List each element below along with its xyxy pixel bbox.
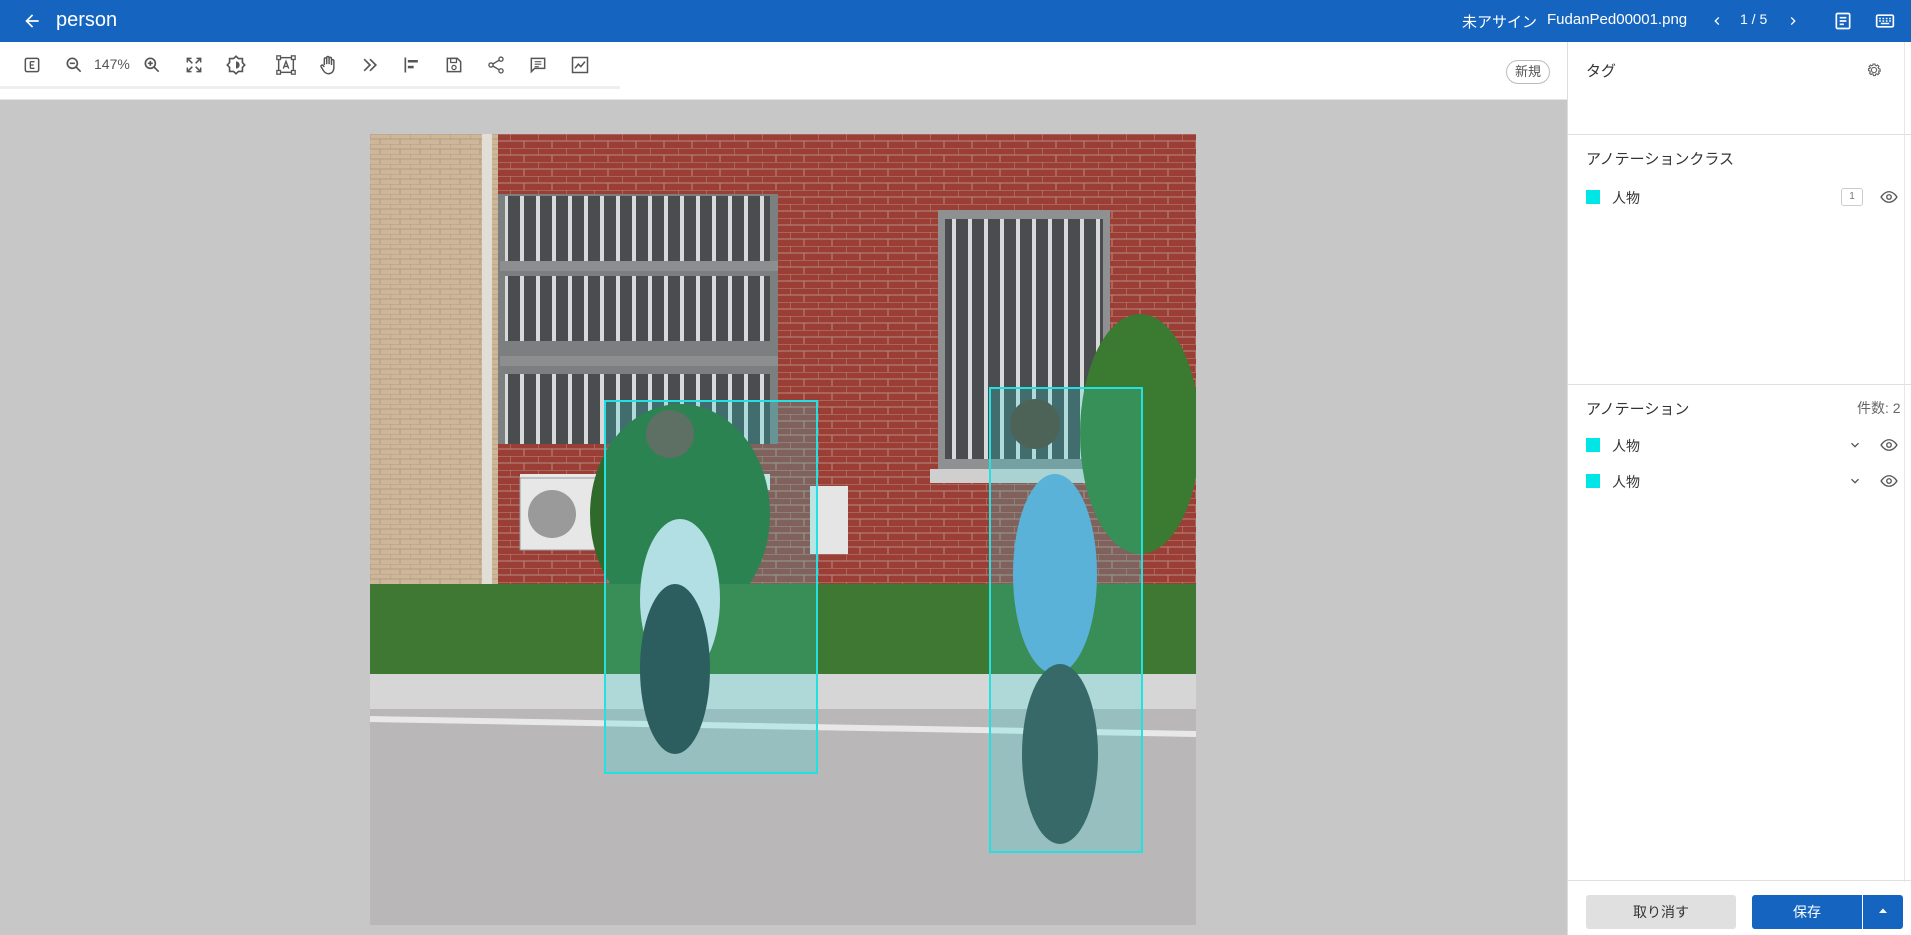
annotations-title: アノテーション	[1586, 401, 1690, 418]
right-sidebar: タグ アノテーションクラス 人物 1 アノテーション 件数: 2 人物 人物 取…	[1567, 42, 1911, 935]
zoom-level: 147%	[94, 56, 130, 72]
assignee-status[interactable]: 未アサイン	[1462, 11, 1537, 32]
sidebar-footer: 取り消す 保存	[1568, 880, 1911, 935]
back-arrow-icon[interactable]	[18, 7, 46, 35]
annotation-canvas[interactable]	[0, 100, 1567, 935]
tags-title: タグ	[1586, 63, 1617, 80]
eye-icon[interactable]	[1878, 470, 1900, 492]
file-name: FudanPed00001.png	[1547, 11, 1688, 28]
eye-icon[interactable]	[1878, 186, 1900, 208]
chevron-left-icon[interactable]	[1705, 8, 1729, 34]
annotation-label: 人物	[1612, 474, 1640, 490]
cancel-button[interactable]: 取り消す	[1586, 895, 1736, 929]
divider	[1568, 384, 1911, 385]
text-box-icon[interactable]	[271, 50, 301, 80]
annotation-color-swatch	[1586, 474, 1600, 488]
page-indicator: 1 / 5	[1740, 11, 1768, 27]
double-chevron-icon[interactable]	[355, 50, 385, 80]
annotation-color-swatch	[1586, 438, 1600, 452]
class-color-swatch	[1586, 190, 1600, 204]
fit-screen-icon[interactable]	[179, 50, 209, 80]
align-left-icon[interactable]	[397, 50, 427, 80]
app-header: person 未アサイン FudanPed00001.png 1 / 5	[0, 0, 1911, 42]
annotation-item[interactable]: 人物	[1586, 432, 1898, 458]
annotation-label: 人物	[1612, 438, 1640, 454]
page-title: person	[56, 9, 118, 31]
eye-icon[interactable]	[1878, 434, 1900, 456]
annotation-count: 件数: 2	[1857, 400, 1901, 416]
chart-icon[interactable]	[565, 50, 595, 80]
save-button[interactable]: 保存	[1752, 895, 1862, 929]
annotation-item[interactable]: 人物	[1586, 468, 1898, 494]
class-count-badge: 1	[1841, 188, 1863, 206]
keyboard-icon[interactable]	[1871, 7, 1899, 35]
zoom-in-icon[interactable]	[137, 50, 167, 80]
scrollbar[interactable]	[1904, 42, 1905, 882]
bounding-box-person-2[interactable]	[989, 387, 1143, 853]
chevron-right-icon[interactable]	[1781, 8, 1805, 34]
bounding-box-person-1[interactable]	[604, 400, 818, 774]
hand-icon[interactable]	[313, 50, 343, 80]
export-icon[interactable]	[17, 50, 47, 80]
divider	[1568, 134, 1911, 135]
class-label: 人物	[1612, 190, 1640, 206]
share-icon[interactable]	[481, 50, 511, 80]
zoom-out-icon[interactable]	[59, 50, 89, 80]
class-item[interactable]: 人物 1	[1586, 184, 1898, 210]
save-options-button[interactable]	[1863, 895, 1903, 929]
loading-track	[0, 86, 620, 89]
gear-icon[interactable]	[1862, 58, 1886, 82]
brightness-icon[interactable]	[221, 50, 251, 80]
caret-up-icon	[1877, 905, 1889, 920]
notes-icon[interactable]	[1829, 7, 1857, 35]
new-status-badge: 新規	[1506, 60, 1551, 84]
chevron-down-icon[interactable]	[1844, 434, 1866, 456]
image-street-photo	[370, 134, 1196, 925]
annotation-classes-title: アノテーションクラス	[1586, 151, 1735, 168]
toolbar: 147% 新規	[0, 42, 1567, 100]
chevron-down-icon[interactable]	[1844, 470, 1866, 492]
comment-icon[interactable]	[523, 50, 553, 80]
save-disk-icon[interactable]	[439, 50, 469, 80]
